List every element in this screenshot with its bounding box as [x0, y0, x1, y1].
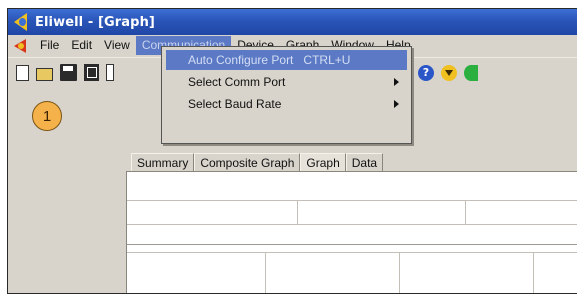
- menu-item-shortcut: CTRL+U: [303, 53, 351, 67]
- download-icon[interactable]: [441, 64, 457, 81]
- menu-item-label: Auto Configure Port: [188, 53, 294, 67]
- tab-summary[interactable]: Summary: [131, 153, 195, 171]
- new-file-icon[interactable]: [16, 64, 29, 81]
- menu-item-auto-configure-port[interactable]: Auto Configure Port CTRL+U: [166, 50, 407, 70]
- copy-icon[interactable]: [84, 64, 99, 81]
- grid-line: [127, 224, 577, 225]
- grid-line: [265, 252, 266, 293]
- grid-line: [533, 252, 534, 293]
- menu-item-label: Select Baud Rate: [188, 97, 282, 111]
- save-disk-icon[interactable]: [60, 64, 77, 81]
- menu-item-select-baud-rate[interactable]: Select Baud Rate: [166, 94, 407, 114]
- help-icon[interactable]: ?: [418, 64, 434, 81]
- grid-line: [465, 200, 466, 224]
- tab-graph[interactable]: Graph: [300, 153, 346, 171]
- tab-data[interactable]: Data: [345, 153, 384, 171]
- menu-item-label: Select Comm Port: [188, 75, 286, 89]
- menu-file[interactable]: File: [34, 36, 65, 55]
- grid-line: [127, 244, 577, 245]
- eliwell-logo-icon: [14, 13, 28, 31]
- submenu-arrow-icon: [394, 100, 399, 108]
- title-bar[interactable]: Eliwell - [Graph]: [8, 9, 577, 35]
- grid-line: [127, 200, 577, 201]
- menu-edit[interactable]: Edit: [65, 36, 98, 55]
- callout-badge: 1: [32, 101, 62, 131]
- window-title: Eliwell - [Graph]: [35, 14, 155, 30]
- grid-line: [399, 252, 400, 293]
- tab-strip: Summary Composite Graph Graph Data: [131, 153, 384, 171]
- connect-icon[interactable]: [464, 64, 478, 81]
- graph-panel: [126, 171, 577, 293]
- print-icon[interactable]: [106, 64, 114, 81]
- menu-item-select-comm-port[interactable]: Select Comm Port: [166, 72, 407, 92]
- submenu-arrow-icon: [394, 78, 399, 86]
- grid-line: [297, 200, 298, 224]
- communication-menu: Auto Configure Port CTRL+U Select Comm P…: [161, 46, 412, 144]
- grid-line: [127, 252, 577, 253]
- open-folder-icon[interactable]: [36, 67, 53, 81]
- tab-composite-graph[interactable]: Composite Graph: [194, 153, 301, 171]
- document-icon[interactable]: [13, 38, 29, 54]
- menu-view[interactable]: View: [98, 36, 136, 55]
